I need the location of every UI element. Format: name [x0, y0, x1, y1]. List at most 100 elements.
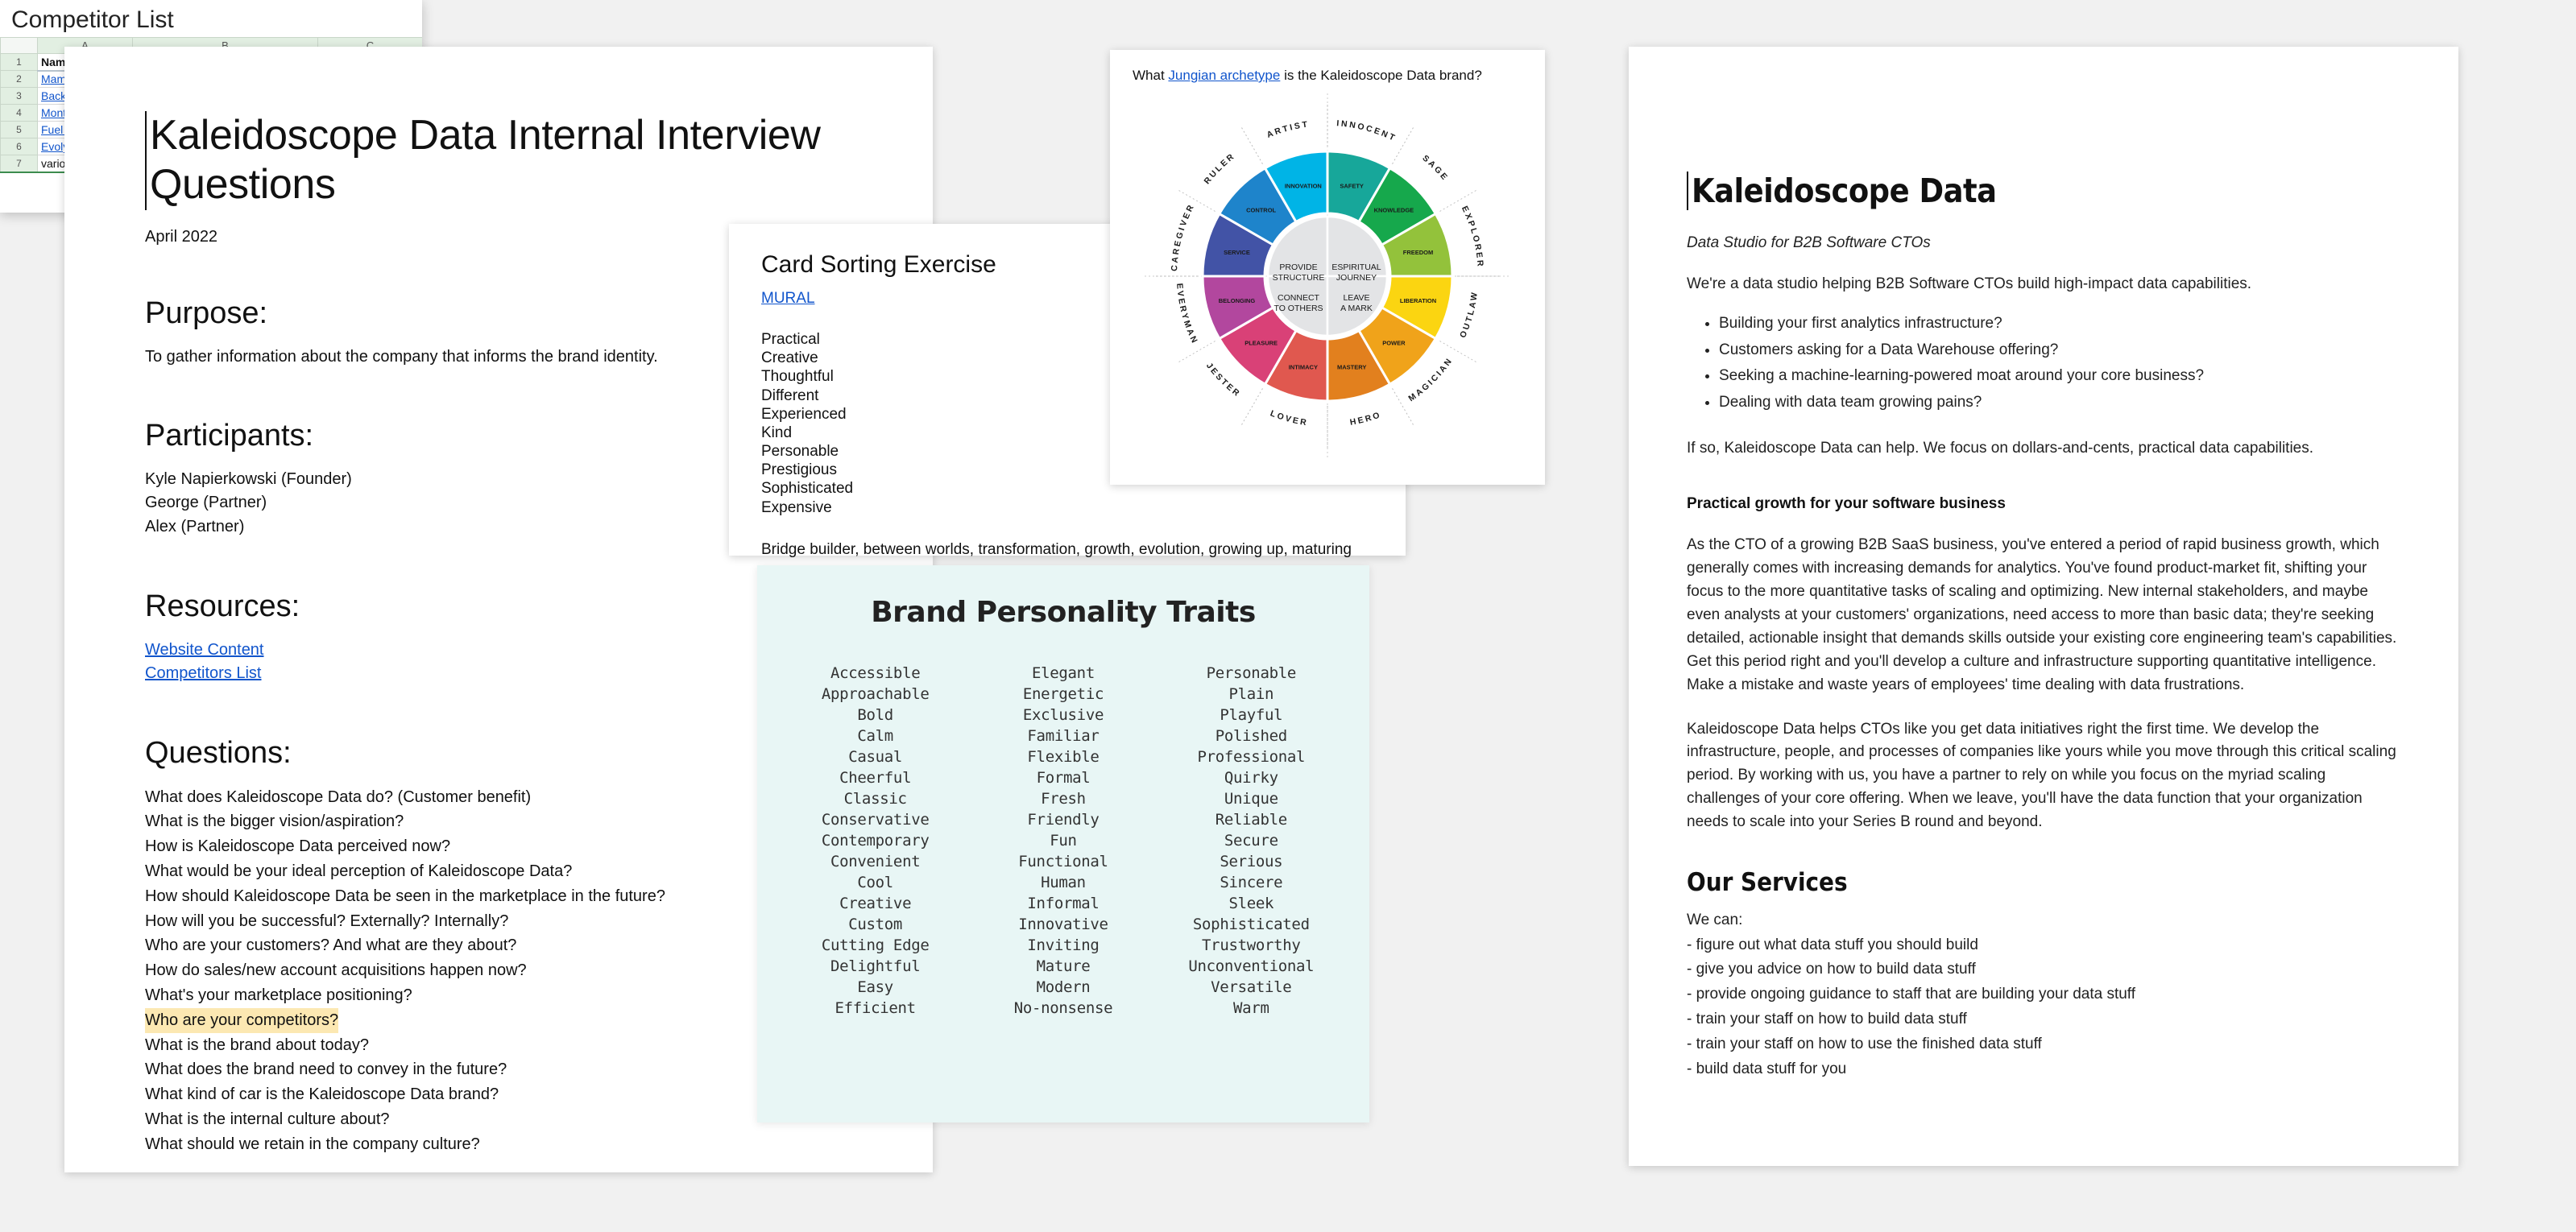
select-all-corner[interactable]: [0, 37, 38, 54]
question-item: What should we retain in the company cul…: [145, 1135, 480, 1153]
wheel-archetype-label: EXPLORER: [1460, 205, 1485, 269]
trait-item: Trustworthy: [1202, 936, 1301, 955]
question-item: What's your marketplace positioning?: [145, 986, 412, 1005]
wheel-center-label-line1: CONNECT: [1278, 293, 1320, 303]
question-item-highlighted: Who are your competitors?: [145, 1007, 339, 1033]
brand-personality-traits-card[interactable]: Brand Personality Traits Accessible Appr…: [757, 565, 1369, 1122]
trait-item: Delightful: [830, 957, 921, 976]
wheel-archetype-label: RULER: [1203, 151, 1238, 187]
wheel-center-label-line2: STRUCTURE: [1273, 273, 1325, 283]
trait-item: Cool: [857, 874, 893, 892]
service-item: - train your staff on how to build data …: [1687, 1011, 1967, 1027]
wheel-motivation-label: FREEDOM: [1403, 249, 1434, 256]
trait-item: Flexible: [1027, 748, 1100, 767]
trait-item: Serious: [1220, 853, 1283, 871]
wheel-divider-line: [1178, 190, 1216, 212]
archetype-question-suffix: is the Kaleidoscope Data brand?: [1280, 68, 1482, 83]
question-item: What does Kaleidoscope Data do? (Custome…: [145, 788, 532, 806]
trait-item: Playful: [1220, 706, 1283, 725]
wheel-divider-line: [1439, 190, 1476, 212]
website-doc-after-bullets: If so, Kaleidoscope Data can help. We fo…: [1687, 439, 2314, 457]
trait-item: Plain: [1228, 685, 1274, 704]
website-doc-title: Kaleidoscope Data: [1687, 172, 2400, 210]
mural-link[interactable]: MURAL: [761, 290, 815, 308]
row-header[interactable]: 2: [0, 70, 38, 88]
questions-heading: Questions:: [145, 735, 292, 770]
resource-link-competitors-list[interactable]: Competitors List: [145, 662, 852, 686]
website-doc-intro: We're a data studio helping B2B Software…: [1687, 275, 2252, 292]
wheel-archetype-label: ARTIST: [1265, 119, 1310, 140]
trait-item: Personable: [1206, 664, 1297, 682]
trait-item: Functional: [1018, 853, 1108, 871]
trait-item: Friendly: [1027, 811, 1100, 829]
interview-doc-title: Kaleidoscope Data Internal Interview Que…: [145, 111, 852, 210]
services-list: We can: - figure out what data stuff you…: [1687, 908, 2400, 1081]
trait-item: Accessible: [830, 664, 921, 682]
wheel-motivation-label: INNOVATION: [1285, 182, 1322, 189]
archetype-question: What Jungian archetype is the Kaleidosco…: [1110, 50, 1545, 84]
service-item: - give you advice on how to build data s…: [1687, 961, 1976, 978]
service-item: - figure out what data stuff you should …: [1687, 936, 1978, 953]
card-word: Expensive: [761, 498, 832, 516]
service-item: - provide ongoing guidance to staff that…: [1687, 986, 2136, 1003]
wheel-motivation-label: LIBERATION: [1400, 297, 1436, 304]
row-header[interactable]: 1: [0, 53, 38, 71]
wheel-divider-line: [1241, 388, 1263, 425]
row-header[interactable]: 4: [0, 104, 38, 122]
our-services-heading: Our Services: [1687, 867, 1848, 897]
trait-item: Casual: [848, 748, 903, 767]
question-item: What is the bigger vision/aspiration?: [145, 812, 404, 831]
bullet-item: Seeking a machine-learning-powered moat …: [1719, 363, 2400, 390]
wheel-motivation-label: POWER: [1382, 339, 1406, 346]
archetype-wheel-svg: SAFETY INNOCENT KNOWLEDGE SAGE FREEDOM EXPLOR…: [1145, 93, 1510, 459]
website-doc-section-heading: Practical growth for your software busin…: [1687, 495, 2006, 513]
services-intro: We can:: [1687, 911, 1743, 928]
row-header[interactable]: 6: [0, 138, 38, 155]
wheel-center-label-line2: TO OTHERS: [1274, 304, 1323, 313]
question-item: What is the internal culture about?: [145, 1110, 390, 1129]
trait-item: Familiar: [1027, 727, 1100, 746]
trait-item: Mature: [1036, 957, 1091, 976]
wheel-divider-line: [1178, 341, 1216, 362]
question-item: What is the brand about today?: [145, 1036, 369, 1054]
website-content-document[interactable]: Kaleidoscope Data Data Studio for B2B So…: [1629, 47, 2458, 1166]
traits-columns: Accessible Approachable Bold Calm Casual…: [757, 629, 1369, 1019]
trait-item: Convenient: [830, 853, 921, 871]
wheel-center-label-line1: ESPIRITUAL: [1331, 263, 1381, 272]
website-doc-tagline: Data Studio for B2B Software CTOs: [1687, 234, 1931, 251]
trait-item: No-nonsense: [1013, 999, 1113, 1018]
service-item: - train your staff on how to use the fin…: [1687, 1035, 2042, 1052]
wheel-divider-line: [1392, 127, 1414, 164]
wheel-archetype-label: EVERYMAN: [1174, 283, 1200, 346]
row-header[interactable]: 7: [0, 155, 38, 172]
wheel-motivation-label: SAFETY: [1340, 182, 1364, 189]
row-header[interactable]: 3: [0, 87, 38, 105]
trait-item: Secure: [1224, 832, 1278, 850]
archetype-wheel-graphic: SAFETY INNOCENT KNOWLEDGE SAGE FREEDOM EXPLOR…: [1110, 87, 1545, 465]
wheel-archetype-label: HERO: [1349, 410, 1383, 428]
jungian-archetype-link[interactable]: Jungian archetype: [1168, 68, 1280, 83]
wheel-motivation-label: SERVICE: [1224, 249, 1250, 256]
traits-title: Brand Personality Traits: [871, 596, 1256, 629]
trait-item: Human: [1041, 874, 1086, 892]
wheel-archetype-label: JESTER: [1204, 361, 1243, 399]
trait-item: Approachable: [821, 685, 930, 704]
wheel-divider-line: [1241, 127, 1263, 164]
wheel-motivation-label: MASTERY: [1337, 364, 1366, 371]
service-item: - build data stuff for you: [1687, 1060, 1847, 1077]
trait-item: Fresh: [1041, 790, 1086, 808]
jungian-archetype-wheel-card[interactable]: What Jungian archetype is the Kaleidosco…: [1110, 50, 1545, 485]
card-sorting-footer-note: Bridge builder, between worlds, transfor…: [761, 540, 1352, 558]
trait-item: Sincere: [1220, 874, 1283, 892]
trait-item: Warm: [1233, 999, 1269, 1018]
trait-item: Unconventional: [1188, 957, 1315, 976]
wheel-center-label-line2: JOURNEY: [1336, 273, 1377, 283]
trait-item: Modern: [1036, 978, 1091, 997]
question-item: What would be your ideal perception of K…: [145, 862, 573, 881]
resource-link-website-content[interactable]: Website Content: [145, 639, 852, 663]
trait-item: Calm: [857, 727, 893, 746]
wheel-archetype-label: LOVER: [1269, 408, 1309, 428]
row-header[interactable]: 5: [0, 121, 38, 138]
trait-item: Elegant: [1031, 664, 1095, 682]
trait-item: Unique: [1224, 790, 1278, 808]
